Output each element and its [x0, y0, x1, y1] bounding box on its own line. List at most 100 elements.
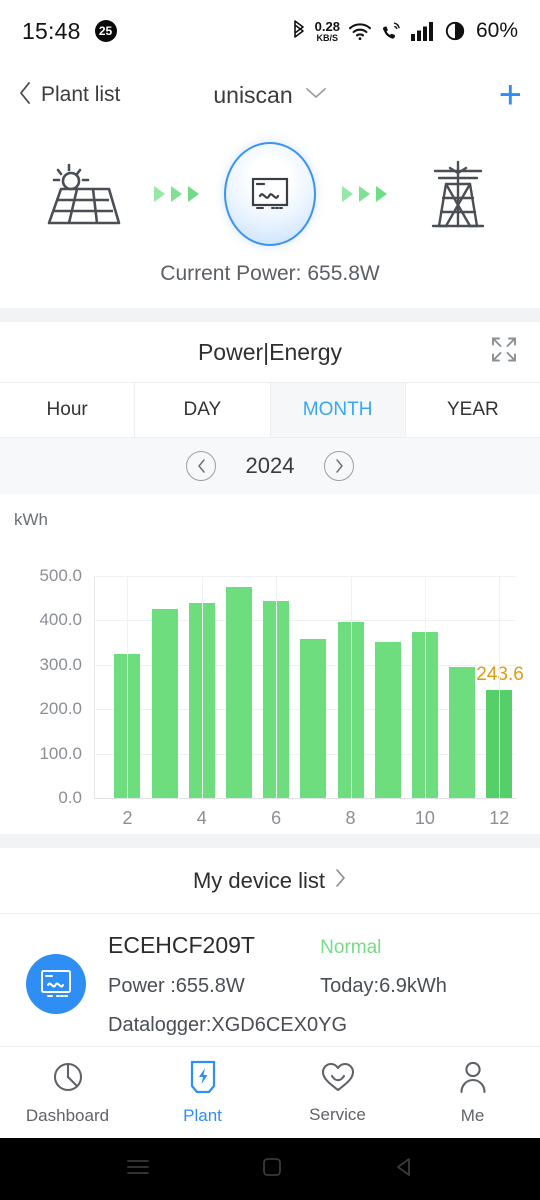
- chart-x-tick-label: 10: [414, 808, 435, 828]
- chart-vertical-gridline: [201, 576, 203, 798]
- chevron-down-icon[interactable]: [305, 86, 327, 105]
- chevron-right-circle-icon[interactable]: [324, 451, 354, 481]
- plus-icon[interactable]: +: [499, 75, 522, 115]
- chart-vertical-gridline: [350, 576, 352, 798]
- chart-x-tick-label: 12: [489, 808, 510, 828]
- chevron-left-icon: [18, 81, 32, 110]
- chart-x-tick-label: 6: [271, 808, 282, 828]
- bottom-nav-me-label: Me: [460, 1105, 485, 1125]
- chart-x-tick-label: 4: [196, 808, 207, 828]
- chart-period-tabs: Hour DAY MONTH YEAR: [0, 382, 540, 438]
- back-triangle-icon[interactable]: [392, 1155, 416, 1184]
- chart-y-tick-label: 300.0: [39, 654, 82, 674]
- back-label: Plant list: [41, 83, 121, 106]
- chart-y-tick-label: 0.0: [58, 788, 82, 807]
- bottom-nav-service-label: Service: [309, 1104, 366, 1124]
- status-bar-left: 15:48 25: [22, 18, 117, 45]
- device-today-energy: Today:6.9kWh: [320, 975, 447, 997]
- chart-x-tick-label: 8: [345, 808, 356, 828]
- period-label: 2024: [245, 453, 295, 478]
- device-datalogger-row: Datalogger:XGD6CEX0YG: [108, 1014, 516, 1037]
- bottom-nav-dashboard[interactable]: Dashboard: [0, 1060, 135, 1126]
- period-selector: 2024: [0, 438, 540, 494]
- device-power: Power :655.8W: [108, 975, 245, 997]
- service-heart-icon: [320, 1061, 356, 1098]
- bottom-nav-me[interactable]: Me: [405, 1060, 540, 1126]
- phone-signal-icon: [380, 20, 402, 42]
- status-badge: Normal: [320, 937, 382, 958]
- solar-panel-icon[interactable]: [36, 159, 128, 229]
- chart-bar[interactable]: [300, 638, 327, 798]
- chart-bar[interactable]: [225, 586, 252, 798]
- chart-x-tick-label: 2: [122, 808, 133, 828]
- chart-vertical-gridline: [127, 576, 129, 798]
- chart-y-tick-label: 100.0: [39, 743, 82, 763]
- back-to-plant-list-button[interactable]: Plant list: [18, 81, 120, 110]
- tab-year[interactable]: YEAR: [406, 383, 540, 437]
- bottom-nav-plant[interactable]: Plant: [135, 1060, 270, 1126]
- device-power-row: Power :655.8W Today:6.9kWh: [108, 975, 516, 998]
- chart-x-axis: [94, 798, 516, 799]
- page-title: uniscan: [213, 81, 293, 108]
- chart-vertical-gridline: [276, 576, 278, 798]
- chart-bar[interactable]: [449, 667, 476, 798]
- status-bar: 15:48 25 0.28 KB/S 60%: [0, 0, 540, 62]
- energy-flow-diagram: [0, 134, 540, 254]
- device-name: ECEHCF209T: [108, 932, 255, 958]
- chart-y-tick-label: 200.0: [39, 699, 82, 719]
- inverter-device-icon: [26, 954, 86, 1014]
- expand-fullscreen-icon[interactable]: [490, 336, 518, 369]
- my-device-list-header[interactable]: My device list: [0, 848, 540, 914]
- app-screen: 15:48 25 0.28 KB/S 60% Plant list unisca…: [0, 0, 540, 1200]
- chart-vertical-gridline: [499, 576, 501, 798]
- cellular-bars-icon: [410, 21, 436, 41]
- device-details: ECEHCF209T Normal Power :655.8W Today:6.…: [86, 932, 540, 1037]
- wifi-icon: [348, 21, 372, 41]
- chart-vertical-gridline: [424, 576, 426, 798]
- power-tower-icon[interactable]: [412, 158, 504, 230]
- section-divider-2: [0, 834, 540, 848]
- chart-bar[interactable]: [374, 641, 401, 798]
- status-bar-right: 0.28 KB/S 60%: [291, 19, 518, 43]
- device-list-item[interactable]: ECEHCF209T Normal Power :655.8W Today:6.…: [0, 914, 540, 1055]
- data-rate-indicator: 0.28 KB/S: [315, 20, 340, 43]
- chart-header: Power|Energy: [0, 322, 540, 382]
- chart-plot-area: 0.0 100.0 200.0 300.0 400.0 500.0 243.6 2 4 6 8 10 1…: [0, 494, 540, 834]
- chart-bars: 243.6: [94, 576, 524, 798]
- energy-flow-card: Current Power: 655.8W: [0, 128, 540, 308]
- device-list-title: My device list: [192, 867, 326, 893]
- recents-menu-icon[interactable]: [124, 1156, 152, 1183]
- chart-title: Power|Energy: [197, 338, 343, 365]
- tab-hour[interactable]: Hour: [0, 383, 136, 437]
- device-list-card: My device list ECEHCF209T Normal Power:…: [0, 848, 540, 1055]
- bottom-nav-service[interactable]: Service: [270, 1061, 405, 1125]
- notification-count-badge: 25: [94, 20, 117, 42]
- current-power-caption: Current Power: 655.8W: [160, 262, 380, 285]
- battery-circle-icon: [444, 20, 466, 42]
- device-datalogger: Datalogger:XGD6CEX0YG: [108, 1014, 348, 1036]
- power-energy-card: Power|Energy Hour DAY MONTH YEAR 2024 kW…: [0, 322, 540, 834]
- chart-y-tick-label: 500.0: [39, 566, 82, 585]
- battery-percent: 60%: [475, 19, 518, 42]
- android-system-nav: [0, 1138, 540, 1200]
- tab-month[interactable]: MONTH: [270, 383, 406, 437]
- inverter-node[interactable]: [224, 142, 316, 246]
- chart-y-tick-label: 400.0: [39, 610, 82, 630]
- inverter-icon: [224, 142, 316, 246]
- section-divider: [0, 308, 540, 322]
- bluetooth-icon: [291, 20, 307, 42]
- bottom-navigation: Dashboard Plant Service Me: [0, 1046, 540, 1138]
- energy-bar-chart: kWh 0.0100.0200.0300.0400.0500.0243.6246…: [0, 494, 540, 834]
- chevron-left-circle-icon[interactable]: [186, 451, 216, 481]
- chevron-right-icon: [335, 868, 347, 893]
- home-square-icon[interactable]: [260, 1155, 284, 1184]
- data-rate-unit: KB/S: [316, 32, 339, 43]
- dashboard-pie-icon: [51, 1060, 85, 1099]
- chart-bar[interactable]: [151, 608, 178, 798]
- plant-bolt-icon: [188, 1060, 218, 1099]
- data-rate-value: 0.28: [314, 18, 340, 34]
- tab-day[interactable]: DAY: [135, 383, 271, 437]
- bottom-nav-plant-label: Plant: [183, 1105, 222, 1125]
- user-person-icon: [458, 1060, 488, 1099]
- flow-arrow-icon-2: [316, 186, 412, 202]
